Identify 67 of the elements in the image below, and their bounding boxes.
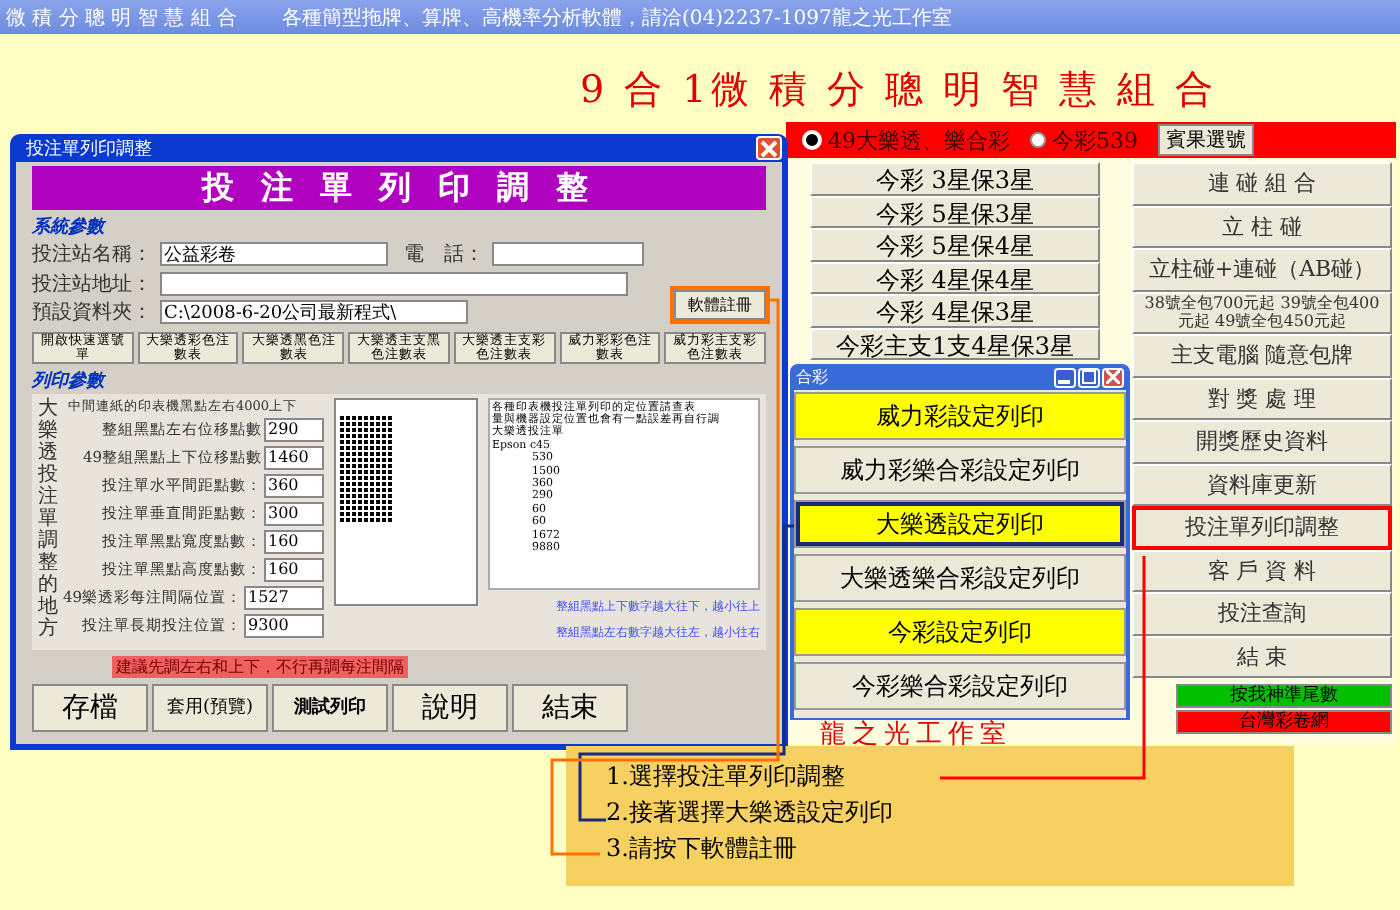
action-button[interactable]: 說明 <box>392 683 508 731</box>
menu-button[interactable]: 38號全包700元起 39號全包400元起 49號全包450元起 <box>1132 291 1392 334</box>
contact-text: 各種簡型拖牌、算牌、高機率分析軟體，請洽(04)2237-1097龍之光工作室 <box>282 5 952 31</box>
register-button[interactable]: 軟體註冊 <box>674 289 766 319</box>
menu-button[interactable]: 主支電腦 隨意包牌 <box>1132 334 1392 377</box>
lottery-radio[interactable]: 今彩539 <box>1030 125 1138 155</box>
menu-button[interactable]: 開獎歷史資料 <box>1132 420 1392 463</box>
field-label: 投注站地址： <box>32 271 154 297</box>
print-setting-button[interactable]: 威力彩樂合彩設定列印 <box>794 446 1126 494</box>
action-button[interactable]: 測試列印 <box>272 683 388 731</box>
input-field[interactable]: 9300 <box>244 613 324 637</box>
section-title: 列印參數 <box>32 368 104 393</box>
input-field[interactable]: 290 <box>264 417 324 441</box>
action-button[interactable]: 存檔 <box>32 683 148 731</box>
menu-button[interactable]: 結 束 <box>1132 635 1392 678</box>
bingo-button[interactable]: 賓果選號 <box>1158 124 1254 156</box>
input-field[interactable]: C:\2008-6-20公司最新程式\ <box>160 300 468 324</box>
warning-text: 建議先調左右和上下，不行再調每注間隔 <box>112 655 408 677</box>
dialog-header: 投 注 單 列 印 調 整 <box>32 166 766 210</box>
input-field[interactable]: 公益彩卷 <box>160 242 388 266</box>
print-setting-button[interactable]: 大樂透樂合彩設定列印 <box>794 554 1126 602</box>
instruction-step: 2.接著選擇大樂透設定列印 <box>606 794 893 830</box>
print-setting-button[interactable]: 威力彩設定列印 <box>794 392 1126 440</box>
menu-button[interactable]: 今彩 4星保4星 <box>810 261 1100 294</box>
app-title: 9 合 1微 積 分 聰 明 智 慧 組 合 <box>580 66 1218 116</box>
input-field[interactable]: 300 <box>264 501 324 525</box>
instruction-step: 3.請按下軟體註冊 <box>606 830 797 866</box>
print-setting-button[interactable]: 大樂透設定列印 <box>794 500 1126 548</box>
field-label: 預設資料夾： <box>32 299 154 326</box>
menu-button[interactable]: 投注單列印調整 <box>1132 506 1392 549</box>
menu-button[interactable]: 今彩 5星保3星 <box>810 195 1100 228</box>
input-field[interactable]: 1527 <box>244 585 324 609</box>
app-name: 微 積 分 聰 明 智 慧 組 合 <box>4 5 239 31</box>
field-label: 電 話： <box>404 241 486 268</box>
input-field[interactable]: 1460 <box>264 445 324 469</box>
dot-matrix-drawing <box>340 415 394 523</box>
menu-button[interactable]: 資料庫更新 <box>1132 463 1392 506</box>
link-button[interactable]: 按我神準尾數 <box>1176 684 1392 708</box>
studio-name: 龍之光工作室 <box>820 718 1012 752</box>
menu-button[interactable]: 立 柱 碰 <box>1132 205 1392 248</box>
input-field[interactable] <box>160 271 628 295</box>
menu-button[interactable]: 今彩 4星保3星 <box>810 294 1100 327</box>
field-label: 投注站名稱： <box>32 241 154 268</box>
window-title: 投注單列印調整 <box>26 137 152 161</box>
window-title: 合彩 <box>796 366 828 388</box>
action-button[interactable]: 結束 <box>512 683 628 731</box>
menu-button[interactable]: 客 戶 資 料 <box>1132 549 1392 592</box>
menu-button[interactable]: 立柱碰+連碰（AB碰） <box>1132 248 1392 291</box>
menu-button[interactable]: 今彩 5星保4星 <box>810 228 1100 261</box>
action-button[interactable]: 套用(預覽) <box>152 683 268 731</box>
instruction-step: 1.選擇投注單列印調整 <box>606 758 845 794</box>
menu-button[interactable]: 今彩主支1支4星保3星 <box>810 327 1100 360</box>
input-field[interactable]: 160 <box>264 529 324 553</box>
menu-button[interactable]: 連 碰 組 合 <box>1132 162 1392 205</box>
input-field[interactable]: 160 <box>264 557 324 581</box>
input-field[interactable] <box>492 242 644 266</box>
lottery-radio[interactable]: 49大樂透、樂合彩 <box>802 125 1010 155</box>
vertical-note: 大樂透投注單調整的地方 <box>38 397 58 639</box>
menu-button[interactable]: 投注查詢 <box>1132 592 1392 635</box>
print-setting-button[interactable]: 今彩設定列印 <box>794 608 1126 656</box>
print-setting-button[interactable]: 今彩樂合彩設定列印 <box>794 662 1126 710</box>
link-button[interactable]: 台灣彩卷網 <box>1176 710 1392 734</box>
menu-button[interactable]: 對 獎 處 理 <box>1132 377 1392 420</box>
input-field[interactable]: 360 <box>264 473 324 497</box>
menu-button[interactable]: 今彩 3星保3星 <box>810 162 1100 195</box>
section-title: 系統參數 <box>32 214 104 240</box>
radio-icon[interactable] <box>1030 132 1046 148</box>
